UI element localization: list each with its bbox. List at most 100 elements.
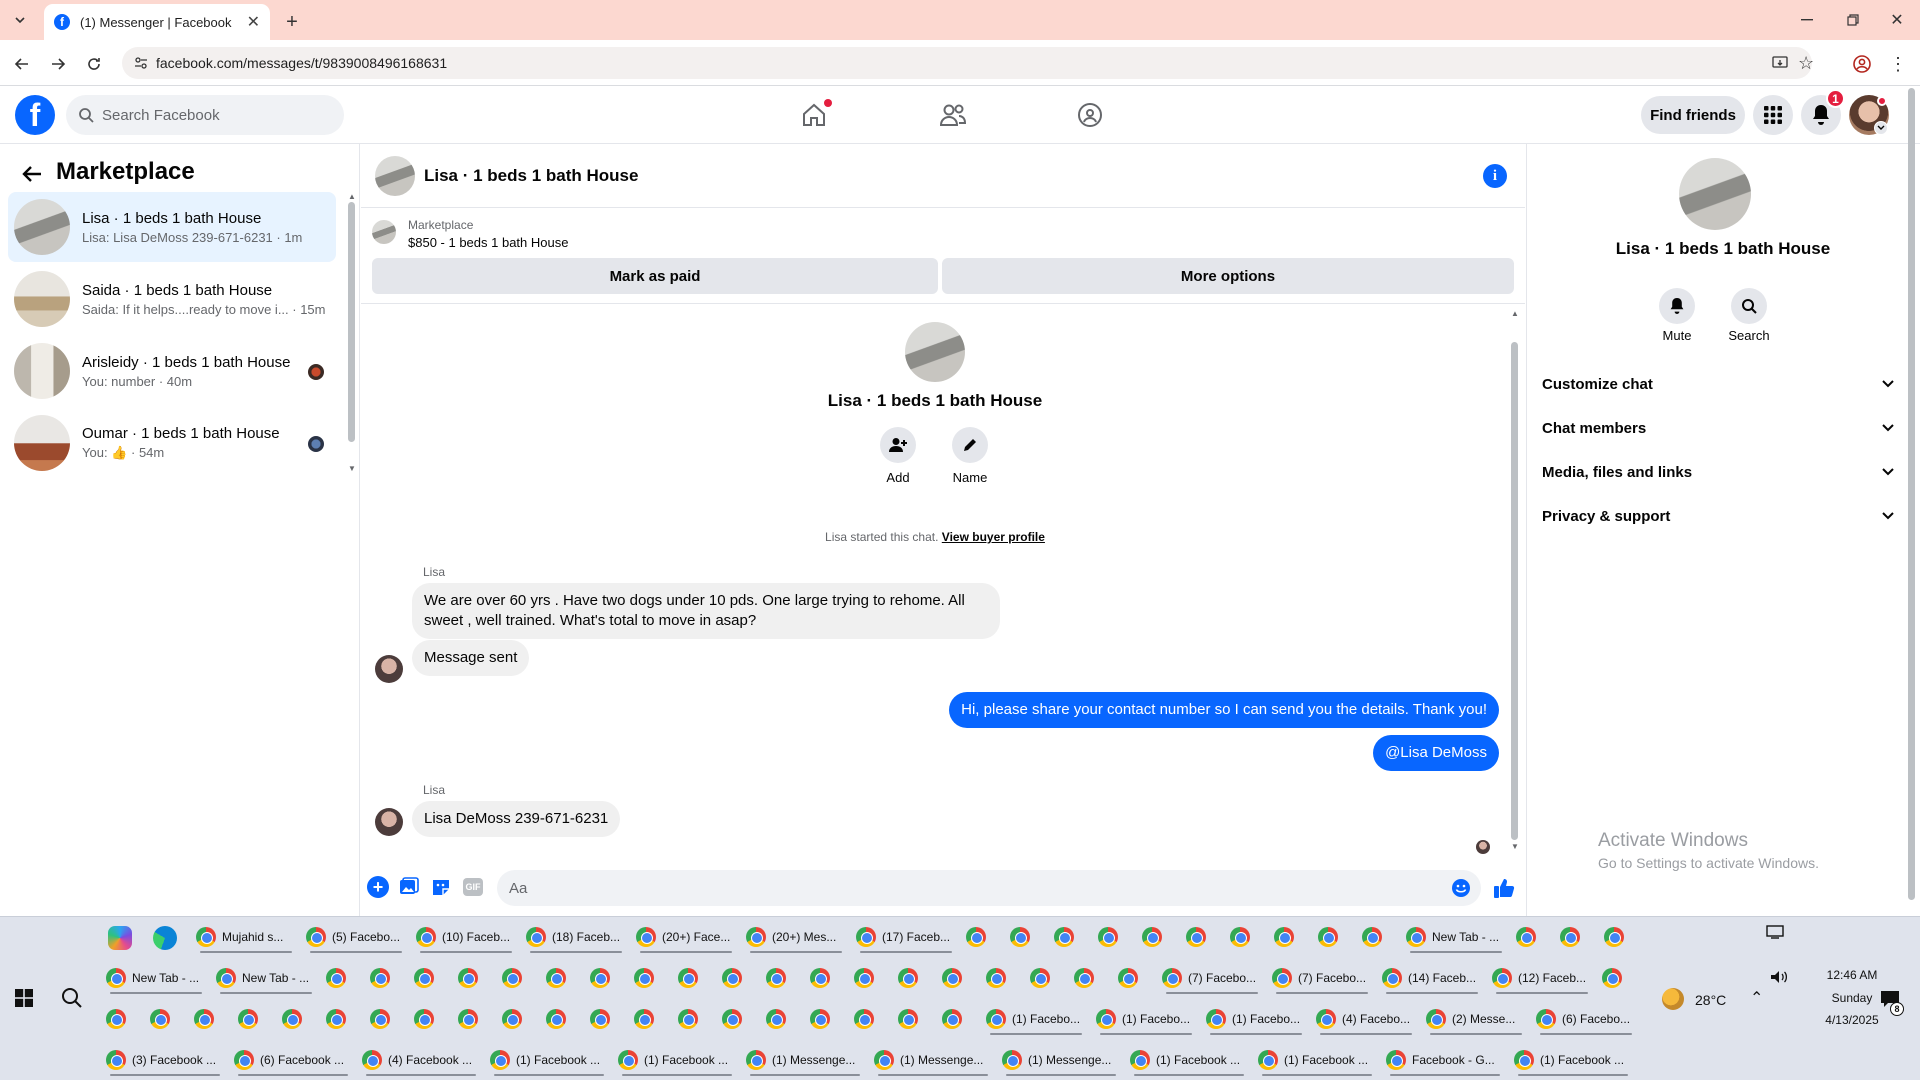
taskbar-window-button[interactable]: (1) Facebook ... [1514, 1043, 1632, 1077]
site-info-icon[interactable] [134, 56, 148, 70]
taskbar-window-button[interactable]: (4) Facebook ... [362, 1043, 480, 1077]
install-app-icon[interactable] [1772, 55, 1788, 71]
conversation-item-arisleidy[interactable]: Arisleidy · 1 beds 1 bath House You: numb… [8, 336, 336, 406]
taskbar-window-button[interactable]: (1) Messenge... [746, 1043, 864, 1077]
taskbar-chrome-window-icon[interactable] [546, 961, 580, 995]
back-icon[interactable] [8, 50, 36, 78]
tab-close-icon[interactable]: ✕ [247, 12, 260, 32]
taskbar-chrome-window-icon[interactable] [1602, 961, 1636, 995]
mark-as-paid-button[interactable]: Mark as paid [372, 258, 938, 294]
taskbar-chrome-window-icon[interactable] [150, 1002, 184, 1036]
taskbar-window-button[interactable]: (3) Facebook ... [106, 1043, 224, 1077]
taskbar-chrome-window-icon[interactable] [590, 1002, 624, 1036]
clock-time[interactable]: 12:46 AM [1802, 968, 1902, 982]
customize-chat-row[interactable]: Customize chat [1542, 366, 1894, 402]
taskbar-chrome-window-icon[interactable] [370, 961, 404, 995]
privacy-support-row[interactable]: Privacy & support [1542, 498, 1894, 534]
sender-avatar[interactable] [375, 655, 403, 683]
scroll-up-icon[interactable]: ▲ [348, 192, 356, 201]
copilot-icon[interactable] [108, 926, 132, 950]
address-bar[interactable]: facebook.com/messages/t/9839008496168631… [122, 47, 1814, 79]
taskbar-chrome-window-icon[interactable] [722, 961, 756, 995]
taskbar-window-button[interactable]: (14) Faceb... [1382, 961, 1482, 995]
taskbar-chrome-window-icon[interactable] [1604, 920, 1638, 954]
taskbar-window-button[interactable]: Facebook - G... [1386, 1043, 1504, 1077]
info-icon[interactable]: i [1483, 164, 1507, 188]
windows-start-icon[interactable] [8, 982, 40, 1014]
taskbar-chrome-window-icon[interactable] [1362, 920, 1396, 954]
volume-icon[interactable] [1770, 970, 1788, 984]
taskbar-window-button[interactable]: (4) Facebo... [1316, 1002, 1416, 1036]
taskbar-search-icon[interactable] [56, 982, 88, 1014]
conversation-item-lisa[interactable]: Lisa · 1 beds 1 bath House Lisa: Lisa DeM… [8, 192, 336, 262]
send-like-thumbs-up-icon[interactable] [1490, 874, 1518, 902]
taskbar-chrome-window-icon[interactable] [282, 1002, 316, 1036]
taskbar-chrome-window-icon[interactable] [942, 1002, 976, 1036]
search-in-conversation-button[interactable] [1731, 288, 1767, 324]
taskbar-window-button[interactable]: (7) Facebo... [1272, 961, 1372, 995]
taskbar-chrome-window-icon[interactable] [678, 1002, 712, 1036]
taskbar-chrome-window-icon[interactable] [898, 1002, 932, 1036]
taskbar-chrome-window-icon[interactable] [106, 1002, 140, 1036]
media-files-links-row[interactable]: Media, files and links [1542, 454, 1894, 490]
new-tab-icon[interactable]: + [278, 8, 306, 36]
taskbar-chrome-window-icon[interactable] [1054, 920, 1088, 954]
mute-button[interactable] [1659, 288, 1695, 324]
taskbar-window-button[interactable]: (12) Faceb... [1492, 961, 1592, 995]
taskbar-window-button[interactable]: (20+) Mes... [746, 920, 846, 954]
taskbar-chrome-window-icon[interactable] [194, 1002, 228, 1036]
scroll-down-icon[interactable]: ▼ [348, 464, 356, 473]
weather-icon[interactable] [1662, 988, 1684, 1010]
taskbar-window-button[interactable]: New Tab - ... [1406, 920, 1506, 954]
edit-name-button[interactable] [952, 427, 988, 463]
taskbar-chrome-window-icon[interactable] [238, 1002, 272, 1036]
taskbar-window-button[interactable]: (1) Facebo... [986, 1002, 1086, 1036]
taskbar-chrome-window-icon[interactable] [1186, 920, 1220, 954]
taskbar-chrome-window-icon[interactable] [1516, 920, 1550, 954]
search-facebook-input[interactable]: Search Facebook [66, 95, 344, 135]
taskbar-window-button[interactable]: (6) Facebook ... [234, 1043, 352, 1077]
conversation-item-saida[interactable]: Saida · 1 beds 1 bath House Saida: If it … [8, 264, 336, 334]
chat-scroll-down-icon[interactable]: ▼ [1511, 842, 1519, 851]
taskbar-chrome-window-icon[interactable] [1560, 920, 1594, 954]
taskbar-window-button[interactable]: (1) Facebook ... [1258, 1043, 1376, 1077]
taskbar-window-button[interactable]: (20+) Face... [636, 920, 736, 954]
taskbar-window-button[interactable]: (2) Messe... [1426, 1002, 1526, 1036]
chat-scrollbar[interactable] [1511, 342, 1518, 840]
home-nav-icon[interactable] [786, 94, 842, 136]
forward-icon[interactable] [44, 50, 72, 78]
taskbar-chrome-window-icon[interactable] [414, 961, 448, 995]
chat-scroll-up-icon[interactable]: ▲ [1511, 309, 1519, 318]
sticker-icon[interactable] [431, 877, 451, 897]
taskbar-window-button[interactable]: (6) Facebo... [1536, 1002, 1636, 1036]
browser-tab[interactable]: f (1) Messenger | Facebook ✕ [44, 4, 270, 40]
chat-title[interactable]: Lisa · 1 beds 1 bath House [424, 166, 638, 186]
taskbar-chrome-window-icon[interactable] [546, 1002, 580, 1036]
taskbar-chrome-window-icon[interactable] [502, 961, 536, 995]
desktop-toggle-icon[interactable] [1766, 925, 1784, 939]
taskbar-window-button[interactable]: (1) Facebook ... [1130, 1043, 1248, 1077]
profile-icon[interactable] [1848, 50, 1876, 78]
message-bubble-incoming[interactable]: Lisa DeMoss 239-671-6231 [412, 801, 621, 837]
taskbar-chrome-window-icon[interactable] [458, 1002, 492, 1036]
taskbar-window-button[interactable]: (1) Messenge... [1002, 1043, 1120, 1077]
message-bubble-incoming[interactable]: We are over 60 yrs . Have two dogs under… [412, 583, 1000, 639]
taskbar-chrome-window-icon[interactable] [326, 1002, 360, 1036]
emoji-icon[interactable] [1451, 878, 1471, 898]
taskbar-window-button[interactable]: (1) Facebook ... [618, 1043, 736, 1077]
add-people-button[interactable] [880, 427, 916, 463]
conversation-item-oumar[interactable]: Oumar · 1 beds 1 bath House You: 👍 · 54m [8, 408, 336, 478]
more-actions-plus-icon[interactable]: + [367, 876, 389, 898]
weather-temperature[interactable]: 28°C [1695, 992, 1726, 1008]
taskbar-chrome-window-icon[interactable] [326, 961, 360, 995]
taskbar-window-button[interactable]: (5) Facebo... [306, 920, 406, 954]
edge-browser-icon[interactable] [153, 926, 177, 950]
taskbar-window-button[interactable]: Mujahid s... [196, 920, 296, 954]
browser-menu-icon[interactable]: ⋮ [1884, 50, 1912, 78]
taskbar-chrome-window-icon[interactable] [1118, 961, 1152, 995]
taskbar-chrome-window-icon[interactable] [1030, 961, 1064, 995]
chat-members-row[interactable]: Chat members [1542, 410, 1894, 446]
gif-icon[interactable]: GIF [463, 878, 483, 896]
menu-grid-icon[interactable] [1753, 95, 1793, 135]
taskbar-chrome-window-icon[interactable] [986, 961, 1020, 995]
